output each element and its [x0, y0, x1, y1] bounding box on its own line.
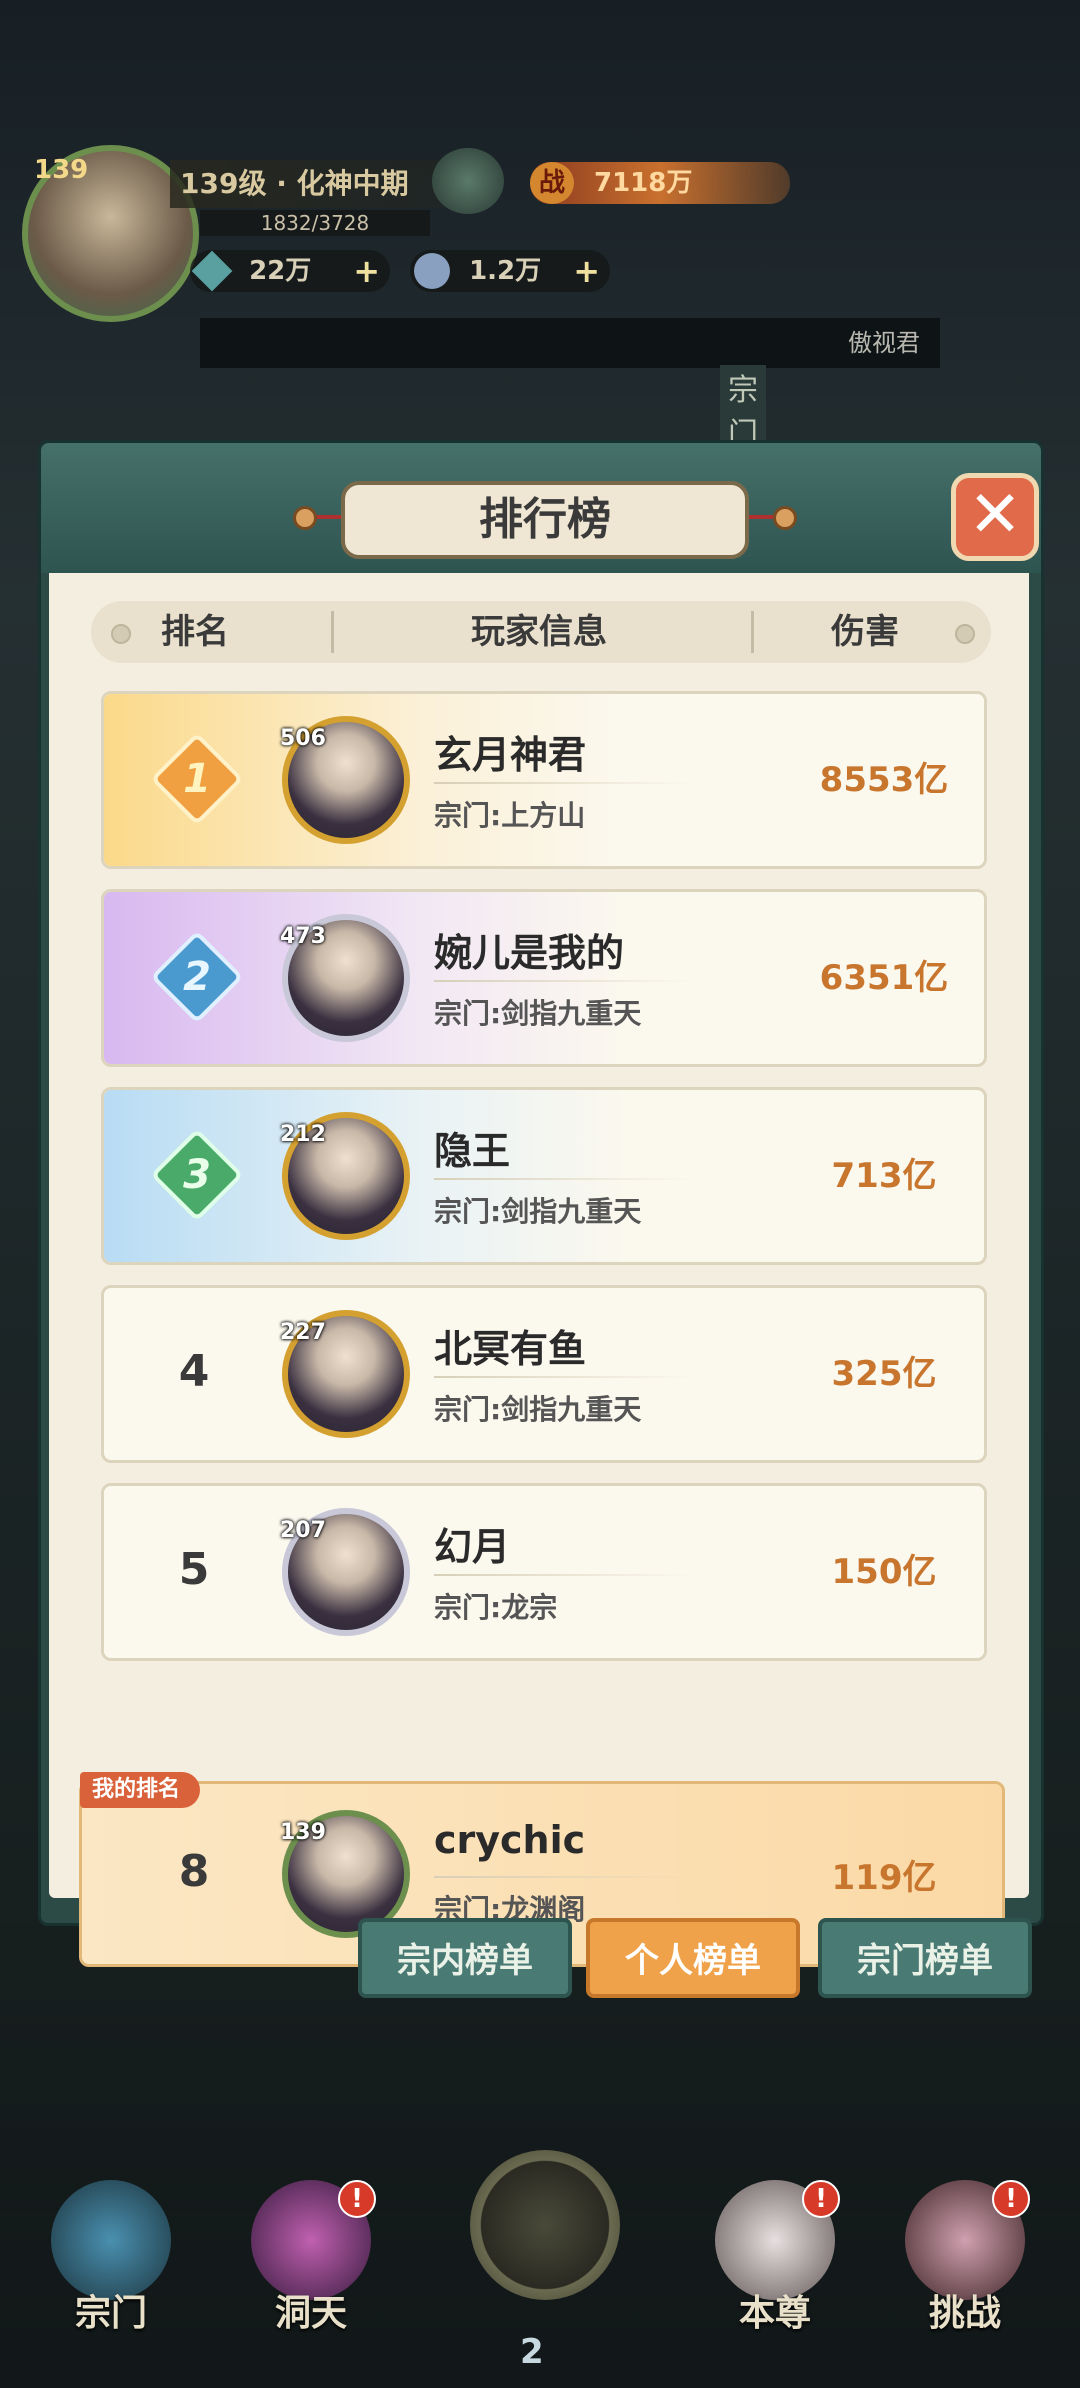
player-sect: 宗门:剑指九重天: [434, 1393, 642, 1426]
nav-cave[interactable]: ! 洞天: [236, 2180, 386, 2336]
player-level-title: 139级 · 化神中期: [170, 160, 460, 208]
rank-row[interactable]: 4 227 北冥有鱼 宗门:剑指九重天 325亿: [101, 1285, 987, 1463]
nav-challenge[interactable]: ! 挑战: [890, 2180, 1040, 2336]
player-name: 北冥有鱼: [434, 1327, 587, 1371]
col-rank: 排名: [161, 612, 229, 652]
coin-icon: [414, 253, 450, 289]
player-portrait[interactable]: 473: [280, 914, 410, 1042]
player-sect: 宗门:剑指九重天: [434, 1195, 642, 1228]
player-sect: 宗门:剑指九重天: [434, 997, 642, 1030]
player-portrait[interactable]: 212: [280, 1112, 410, 1240]
nav-label: 宗门: [74, 2293, 147, 2334]
player-level: 473: [280, 924, 326, 949]
alert-icon: !: [338, 2180, 376, 2218]
leaderboard-body: 排名 玩家信息 伤害 1 506 玄月神君 宗门:上方山 8553亿 2 473…: [49, 573, 1029, 1967]
divider: [434, 980, 694, 982]
player-level: 506: [280, 726, 326, 751]
alert-icon: !: [802, 2180, 840, 2218]
player-sect: 宗门:上方山: [434, 799, 586, 832]
close-button[interactable]: ✕: [951, 473, 1039, 561]
player-level: 212: [280, 1122, 326, 1147]
leaderboard-panel: 排行榜 ✕ 排名 玩家信息 伤害 1 506 玄月神君 宗门:上方山 8553亿…: [38, 440, 1044, 1967]
avatar-level: 139: [34, 155, 89, 185]
scrolling-banner: 傲视君: [200, 318, 940, 368]
player-damage: 6351亿: [819, 958, 949, 998]
player-name: 玄月神君: [434, 733, 587, 777]
tab-in-sect-ranking[interactable]: 宗内榜单: [358, 1918, 572, 1998]
player-portrait[interactable]: 207: [280, 1508, 410, 1636]
panel-header: 排行榜 ✕: [41, 443, 1041, 573]
nav-label: 挑战: [928, 2293, 1001, 2334]
jade-icon: [191, 250, 233, 292]
divider: [434, 1376, 694, 1378]
add-jade-icon[interactable]: +: [353, 250, 380, 292]
player-level: 227: [280, 1320, 326, 1345]
exp-bar: 1832/3728: [200, 210, 430, 236]
resource-coin[interactable]: 1.2万 +: [410, 250, 610, 292]
player-damage: 713亿: [831, 1156, 937, 1196]
rank-row[interactable]: 2 473 婉儿是我的 宗门:剑指九重天 6351亿: [101, 889, 987, 1067]
compass-wheel-icon[interactable]: [470, 2150, 620, 2300]
nav-label: 洞天: [274, 2293, 347, 2334]
nav-sect[interactable]: 宗门: [36, 2180, 186, 2336]
resource-jade[interactable]: 22万 +: [190, 250, 390, 292]
player-damage: 150亿: [831, 1552, 937, 1592]
col-damage: 伤害: [831, 612, 899, 652]
divider: [434, 1876, 694, 1878]
player-name: crychic: [434, 1818, 586, 1862]
nav-self[interactable]: ! 本尊: [700, 2180, 850, 2336]
power-badge: 战: [530, 162, 574, 204]
header-dot-icon: [955, 624, 975, 644]
cauldron-icon[interactable]: [432, 148, 504, 214]
center-count: 2: [520, 2332, 544, 2372]
player-portrait[interactable]: 227: [280, 1310, 410, 1438]
player-level: 139: [280, 1820, 326, 1845]
player-name: 隐王: [434, 1129, 511, 1173]
add-coin-icon[interactable]: +: [573, 250, 600, 292]
column-header: 排名 玩家信息 伤害: [91, 601, 991, 663]
sect-side-tab[interactable]: 宗门: [720, 365, 766, 452]
col-player: 玩家信息: [471, 612, 607, 652]
player-damage: 325亿: [831, 1354, 937, 1394]
rank-number: 8: [178, 1846, 210, 1897]
coin-value: 1.2万: [469, 256, 542, 286]
rank-number: 4: [178, 1346, 210, 1397]
rank-number: 5: [178, 1544, 210, 1595]
rank-row[interactable]: 1 506 玄月神君 宗门:上方山 8553亿: [101, 691, 987, 869]
rank-row[interactable]: 3 212 隐王 宗门:剑指九重天 713亿: [101, 1087, 987, 1265]
player-name: 幻月: [434, 1525, 511, 1569]
power-value: 7118万: [594, 168, 693, 198]
panel-title: 排行榜: [341, 481, 749, 559]
alert-icon: !: [992, 2180, 1030, 2218]
divider: [434, 782, 694, 784]
my-rank-tag: 我的排名: [80, 1772, 201, 1808]
divider: [331, 611, 334, 653]
player-damage: 119亿: [831, 1858, 937, 1898]
header-dot-icon: [111, 624, 131, 644]
player-damage: 8553亿: [819, 760, 949, 800]
tab-personal-ranking[interactable]: 个人榜单: [586, 1918, 800, 1998]
nav-label: 本尊: [738, 2293, 811, 2334]
jade-value: 22万: [249, 256, 312, 286]
player-level: 207: [280, 1518, 326, 1543]
player-name: 婉儿是我的: [434, 931, 625, 975]
rank-row[interactable]: 5 207 幻月 宗门:龙宗 150亿: [101, 1483, 987, 1661]
tab-sect-ranking[interactable]: 宗门榜单: [818, 1918, 1032, 1998]
divider: [434, 1574, 694, 1576]
divider: [751, 611, 754, 653]
combat-power: 战 7118万: [530, 162, 790, 204]
player-portrait[interactable]: 506: [280, 716, 410, 844]
player-sect: 宗门:龙宗: [434, 1591, 558, 1624]
divider: [434, 1178, 694, 1180]
sect-icon: [51, 2180, 171, 2300]
